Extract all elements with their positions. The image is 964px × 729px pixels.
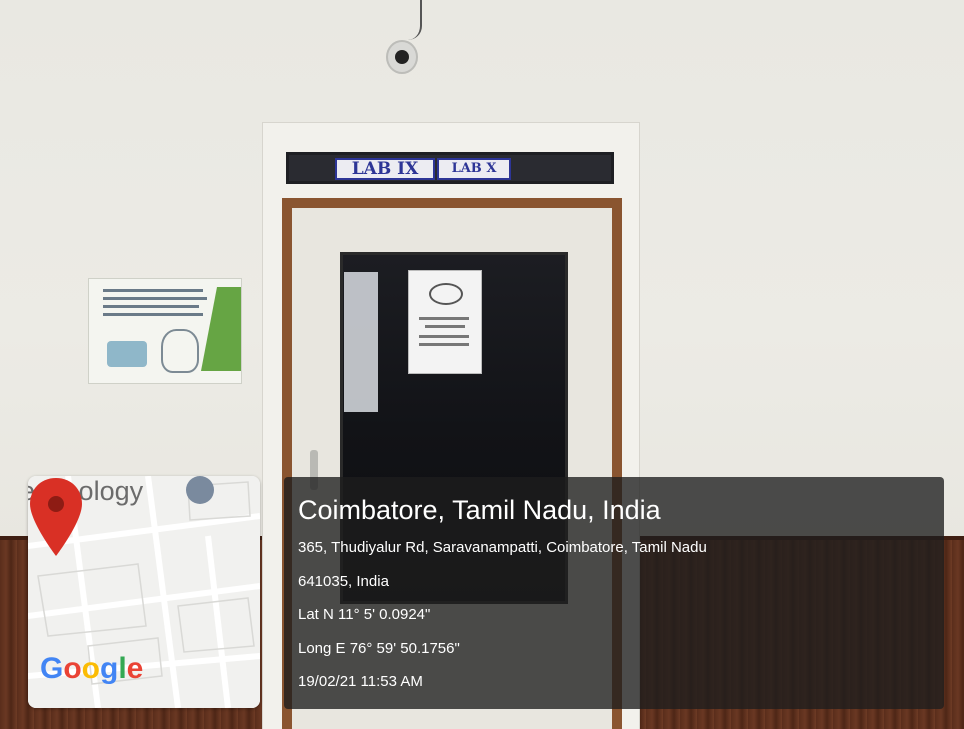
hand-hygiene-poster — [88, 278, 242, 384]
notice-text-line — [419, 343, 469, 346]
address-line-1: 365, Thudiyalur Rd, Saravanampatti, Coim… — [298, 539, 707, 556]
latitude: Lat N 11° 5' 0.0924" — [298, 606, 431, 623]
location-pin-icon — [30, 478, 82, 556]
geotag-info-panel: Coimbatore, Tamil Nadu, India 365, Thudi… — [284, 477, 944, 709]
notice-text-line — [425, 325, 465, 328]
hand-icon — [161, 329, 199, 373]
poster-text-line — [103, 313, 203, 316]
notice-text-line — [419, 317, 469, 320]
no-food-symbol-icon — [429, 283, 463, 305]
poster-illustration — [107, 341, 147, 367]
lab-ix-sign: LAB IX — [335, 158, 435, 180]
address-line-2: 641035, India — [298, 573, 389, 590]
longitude: Long E 76° 59' 50.1756" — [298, 640, 460, 657]
security-camera — [386, 40, 418, 74]
timestamp: 19/02/21 11:53 AM — [298, 673, 423, 690]
door-notice — [408, 270, 482, 374]
window-reflection — [344, 272, 378, 412]
poster-text-line — [103, 289, 203, 292]
poster-text-line — [103, 297, 207, 300]
google-logo: Google — [40, 652, 144, 685]
lab-sign-board: LAB IX LAB X — [286, 152, 614, 184]
poster-text-line — [103, 305, 199, 308]
map-thumbnail: echnology Google — [28, 476, 260, 708]
lab-x-sign: LAB X — [437, 158, 511, 180]
camera-cable — [398, 0, 422, 40]
poster-green-band — [201, 287, 241, 371]
notice-text-line — [419, 335, 469, 338]
location-city: Coimbatore, Tamil Nadu, India — [298, 495, 661, 525]
photo-scene: LAB IX LAB X echnology Google Coimbatore… — [0, 0, 964, 729]
